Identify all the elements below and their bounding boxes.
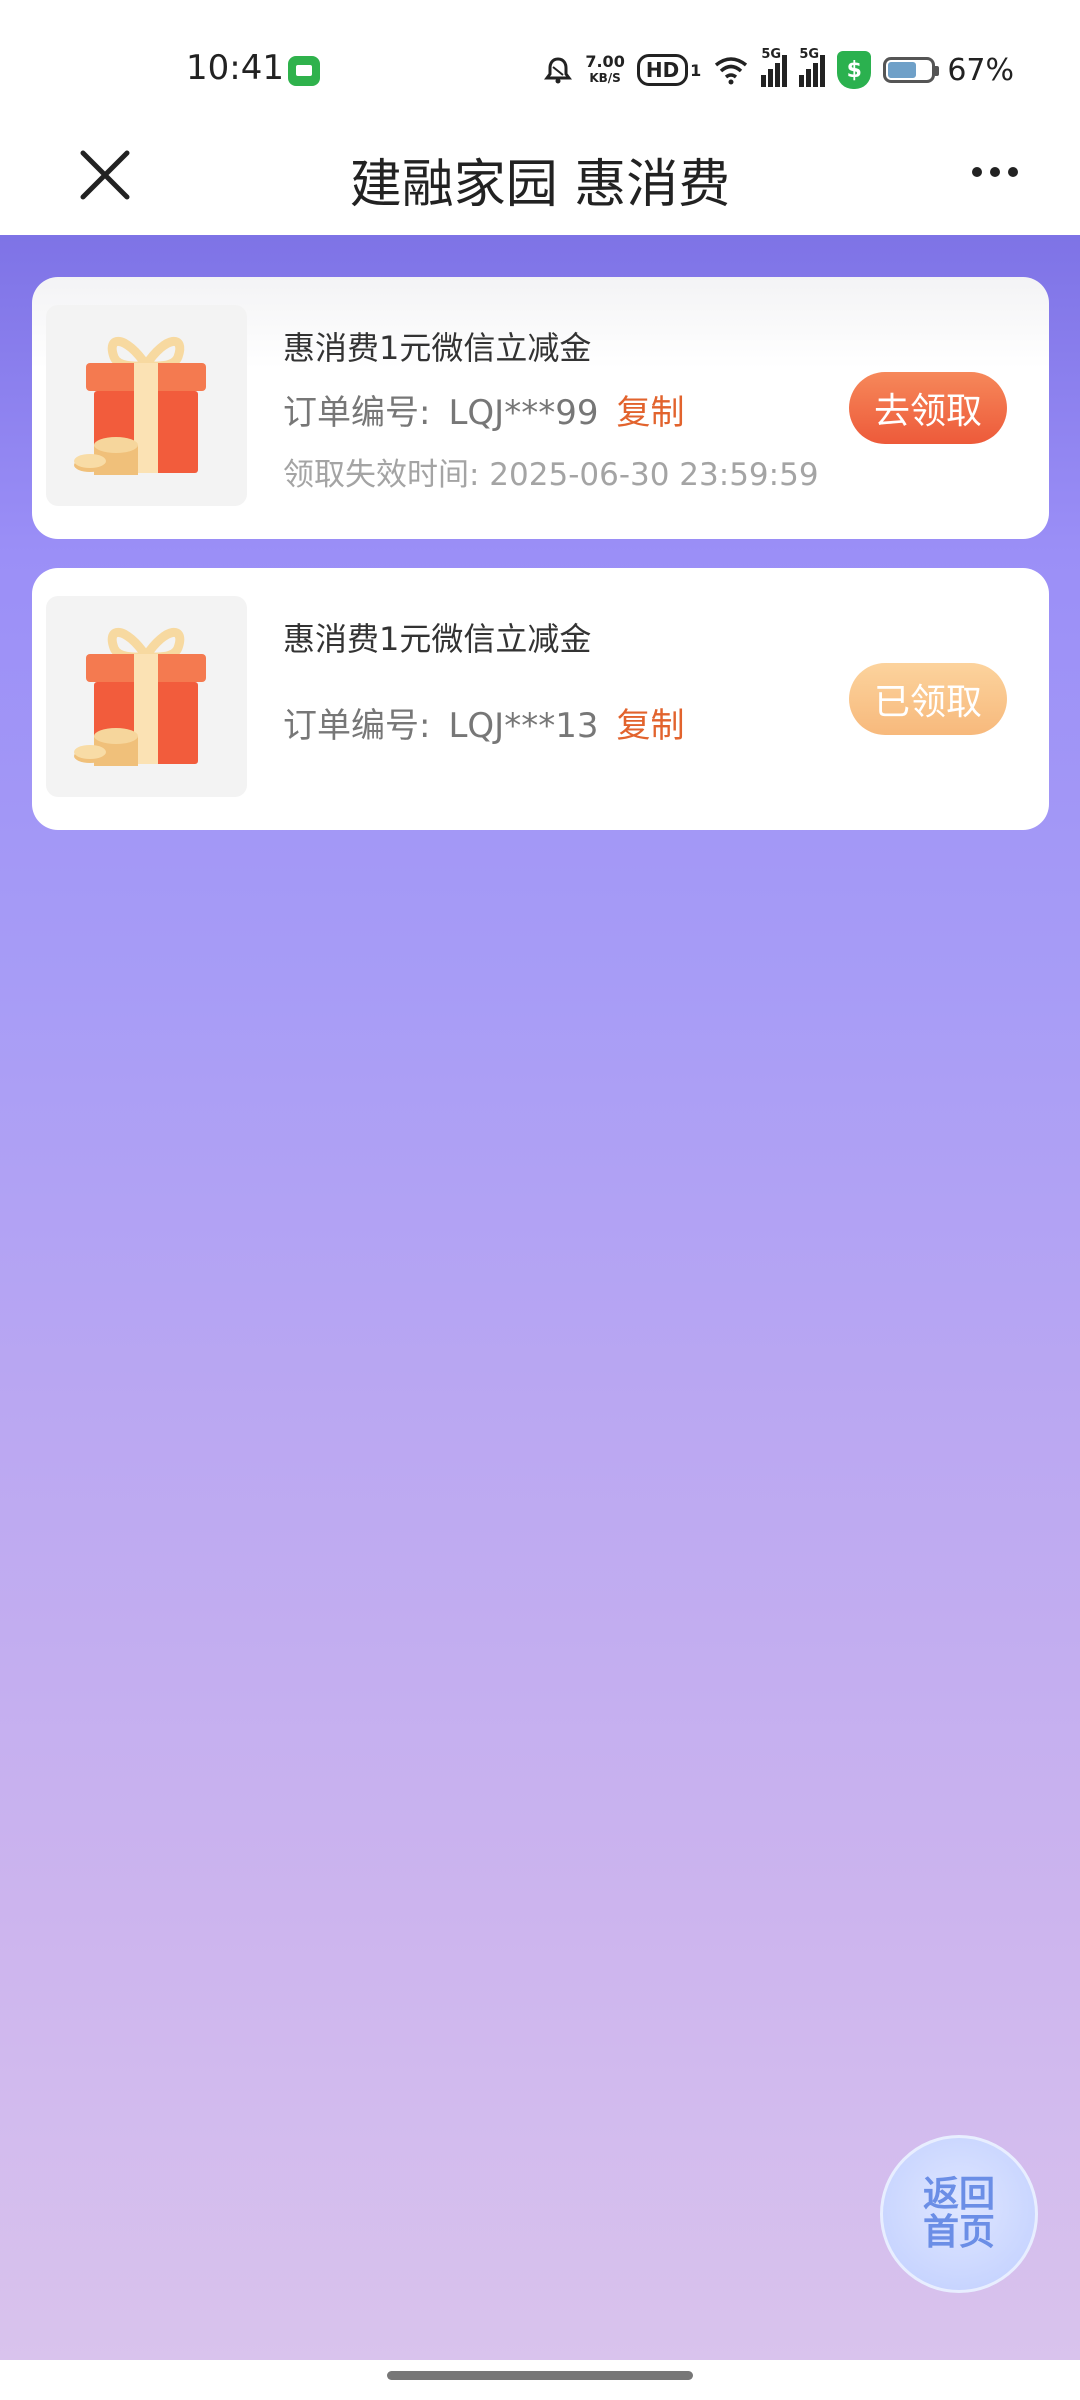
message-notification-icon xyxy=(288,56,320,86)
navigation-bar: 建融家园 惠消费 xyxy=(0,140,1080,235)
battery-icon xyxy=(883,57,940,83)
order-number: LQJ***13 xyxy=(448,706,599,746)
order-label: 订单编号: xyxy=(283,393,431,433)
copy-order-link[interactable]: 复制 xyxy=(616,698,684,747)
coupon-title: 惠消费1元微信立减金 xyxy=(283,329,592,367)
wifi-icon xyxy=(715,57,748,85)
more-options-button[interactable] xyxy=(960,142,1030,202)
claim-button[interactable]: 去领取 xyxy=(849,372,1007,444)
coupon-card: 惠消费1元微信立减金 订单编号: LQJ***99 复制 领取失效时间: 202… xyxy=(32,277,1049,539)
status-time: 10:41 xyxy=(186,48,284,88)
signal-icon-sim1: 5G xyxy=(761,47,788,87)
gift-box-icon xyxy=(74,336,206,475)
more-dot-icon xyxy=(1008,167,1018,177)
battery-percent: 67% xyxy=(947,52,1014,88)
security-shield-icon: $ xyxy=(837,51,872,89)
order-label: 订单编号: xyxy=(283,706,431,746)
expire-time: 领取失效时间: 2025-06-30 23:59:59 xyxy=(283,457,819,493)
order-row: 订单编号: LQJ***13 复制 xyxy=(283,698,684,747)
order-row: 订单编号: LQJ***99 复制 xyxy=(283,385,684,434)
return-home-button[interactable]: 返回 首页 xyxy=(880,2135,1038,2293)
return-home-label: 返回 首页 xyxy=(922,2174,995,2253)
claimed-button[interactable]: 已领取 xyxy=(849,663,1007,735)
gift-box-icon xyxy=(74,627,206,766)
hd-voice-icon: HD 1 xyxy=(636,54,701,86)
order-number: LQJ***99 xyxy=(448,393,599,433)
bottom-gesture-area xyxy=(0,2360,1080,2400)
copy-order-link[interactable]: 复制 xyxy=(616,385,684,434)
coupon-title: 惠消费1元微信立减金 xyxy=(283,620,592,658)
page-title: 建融家园 惠消费 xyxy=(349,155,731,215)
coupon-card: 惠消费1元微信立减金 订单编号: LQJ***13 复制 已领取 xyxy=(32,568,1049,830)
status-bar: 10:41 7.00 KB/S HD 1 5G 5G $ 67% xyxy=(0,0,1080,140)
signal-icon-sim2: 5G xyxy=(799,47,826,87)
gift-thumbnail xyxy=(46,305,247,506)
alarm-icon xyxy=(544,57,573,84)
more-dot-icon xyxy=(990,167,1000,177)
home-indicator[interactable] xyxy=(387,2371,693,2380)
gift-thumbnail xyxy=(46,596,247,797)
network-speed: 7.00 KB/S xyxy=(585,52,625,86)
coupon-list-area: 惠消费1元微信立减金 订单编号: LQJ***99 复制 领取失效时间: 202… xyxy=(0,235,1080,2360)
status-icons: 7.00 KB/S HD 1 5G 5G $ 67% xyxy=(543,47,1014,92)
more-dot-icon xyxy=(972,167,982,177)
